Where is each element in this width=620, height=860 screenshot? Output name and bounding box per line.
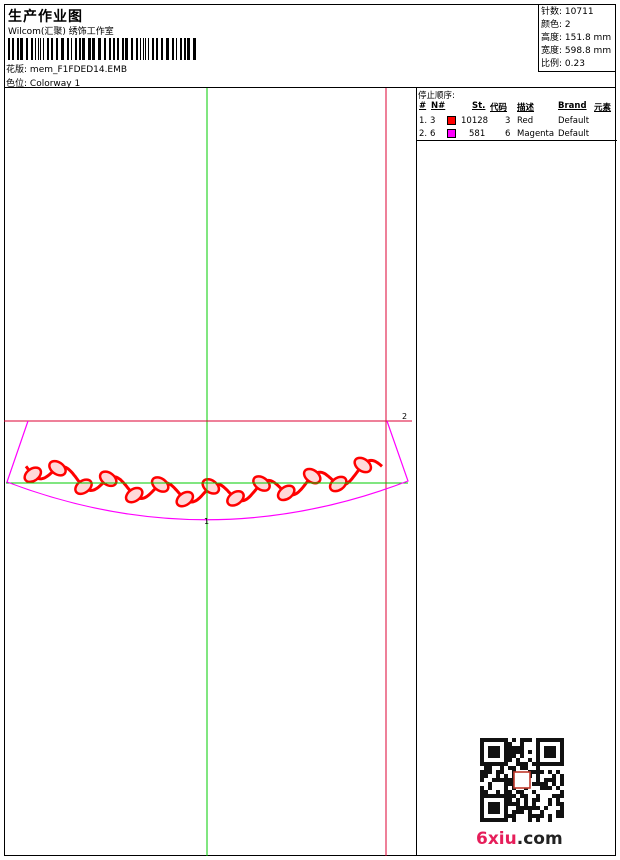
stats-box: 针数: 10711 颜色: 2 高度: 151.8 mm 宽度: 598.8 m…: [538, 4, 616, 72]
col-header-description: 描述: [517, 103, 535, 113]
col-header-index: #: [419, 101, 427, 111]
design-canvas: 1 2: [4, 88, 412, 856]
studio-name: Wilcom(汇聚) 绣饰工作室: [8, 27, 114, 37]
site-watermark: 6xiu.com: [476, 829, 563, 849]
qr-logo-stamp: [513, 771, 531, 789]
row-index: 2.: [419, 129, 428, 139]
design-filename: mem_F1FDED14.EMB: [29, 65, 128, 75]
marker-2: 2: [402, 412, 407, 421]
design-label: 花版:: [6, 65, 28, 75]
color-swatch-red: [447, 116, 456, 125]
design-line: 花版: mem_F1FDED14.EMB: [6, 62, 127, 75]
color-swatch-magenta: [447, 129, 456, 138]
row-code: 3: [505, 116, 511, 126]
motif-leaf: [353, 456, 373, 474]
row-needle: 3: [430, 116, 436, 126]
row-brand: Default: [558, 129, 590, 139]
embroidery-motif: [23, 456, 383, 508]
col-header-code: 代码: [490, 103, 508, 113]
marker-1: 1: [204, 517, 209, 526]
col-header-brand: Brand: [558, 101, 587, 111]
stat-scale: 比例: 0.23: [541, 59, 585, 69]
stat-height: 高度: 151.8 mm: [541, 33, 612, 43]
barcode: [8, 38, 196, 60]
row-stitches: 10128: [461, 116, 489, 126]
table-row: 2. 6 581 6 Magenta Default: [417, 128, 617, 140]
stops-divider: [417, 140, 617, 141]
header: 生产作业图 Wilcom(汇聚) 绣饰工作室 花版: mem_F1FDED14.…: [4, 4, 616, 89]
stop-sequence-title: 停止顺序:: [418, 91, 455, 101]
stat-colors: 颜色: 2: [541, 20, 571, 30]
col-header-needle: N#: [431, 101, 446, 111]
stat-width: 宽度: 598.8 mm: [541, 46, 612, 56]
row-needle: 6: [430, 129, 436, 139]
stat-stitches: 针数: 10711: [541, 7, 594, 17]
row-code: 6: [505, 129, 511, 139]
col-header-element: 元素: [594, 103, 612, 113]
col-header-stitches: St.: [472, 101, 486, 111]
table-row: 1. 3 10128 3 Red Default: [417, 115, 617, 127]
row-description: Red: [517, 116, 534, 126]
row-description: Magenta: [517, 129, 555, 139]
page-title: 生产作业图: [8, 9, 83, 25]
qr-code: [480, 738, 564, 822]
row-brand: Default: [558, 116, 590, 126]
row-index: 1.: [419, 116, 428, 126]
row-stitches: 581: [469, 129, 486, 139]
